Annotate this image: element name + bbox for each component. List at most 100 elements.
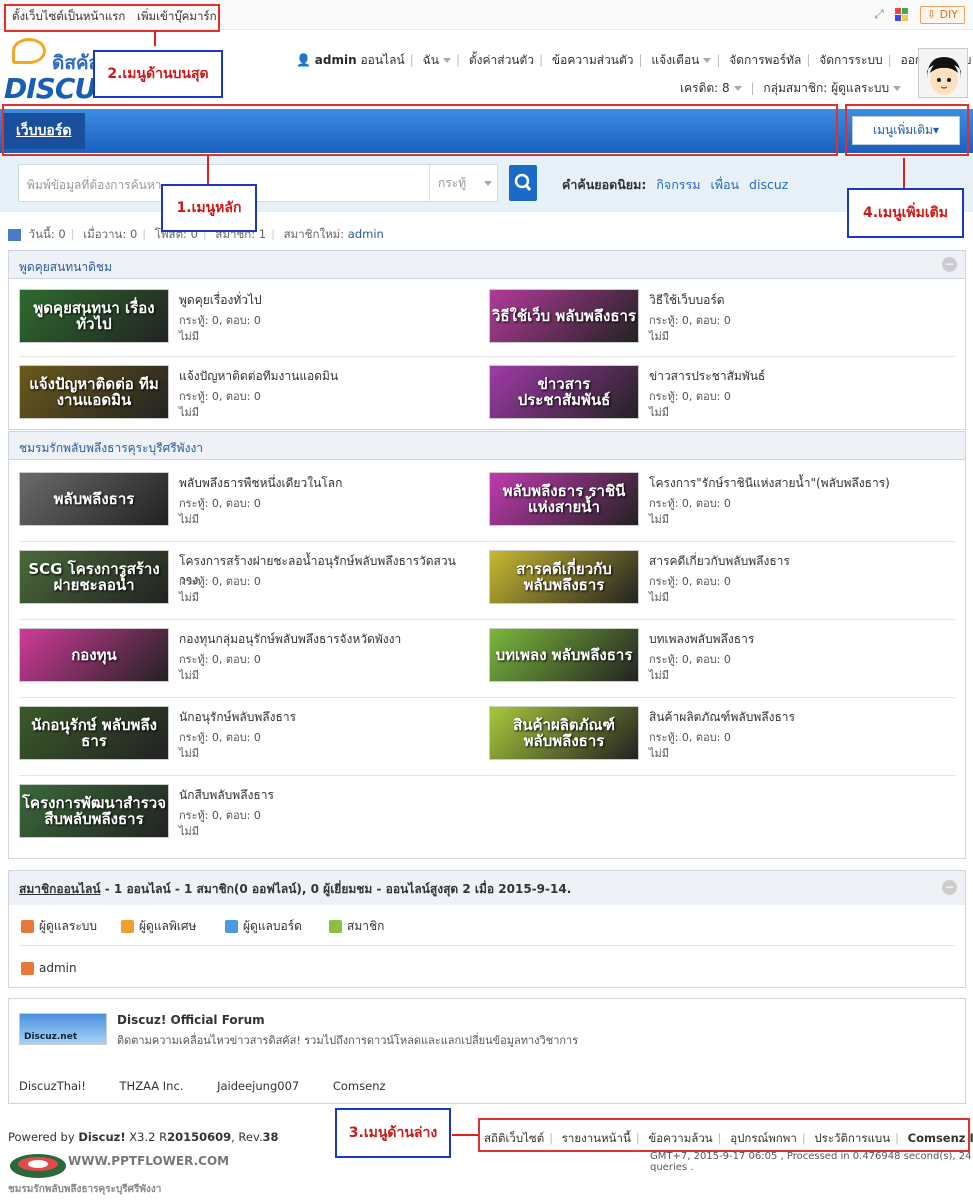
forum-item[interactable]: กองทุน กองทุนกลุ่มอนุรักษ์พลับพลึงธารจังห… (9, 622, 479, 698)
online-user[interactable]: admin (21, 961, 77, 975)
forum-item[interactable]: SCG โครงการสร้างฝายชะลอน้ำ โครงการสร้างฝา… (9, 544, 479, 620)
forum-title[interactable]: แจ้งปัญหาติดต่อทีมงานแอดมิน (179, 367, 469, 386)
forum-item[interactable]: นักอนุรักษ์ พลับพลึงธาร นักอนุรักษ์พลับพล… (9, 700, 479, 776)
stat-newmember-label: สมาชิกใหม่: (283, 227, 345, 241)
category-title[interactable]: ชมรมรักพลับพลึงธารคุระบุรีศรีพังงา (19, 441, 203, 455)
forum-item[interactable]: วิธีใช้เว็บ พลับพลึงธาร วิธีใช้เว็บบอร์ดก… (479, 283, 949, 359)
legend-item: ผู้ดูแลระบบ (21, 917, 97, 936)
mod-user-icon (225, 920, 238, 933)
settings-link[interactable]: ตั้งค่าส่วนตัว (469, 53, 534, 67)
forum-item[interactable]: สารคดีเกี่ยวกับ พลับพลึงธาร สารคดีเกี่ยวก… (479, 544, 949, 620)
newmember-link[interactable]: admin (348, 227, 384, 241)
supermod-user-icon (121, 920, 134, 933)
forum-icon-image[interactable]: แจ้งปัญหาติดต่อ ทีมงานแอดมิน (19, 365, 169, 419)
group-menu[interactable]: กลุ่มสมาชิก: ผู้ดูแลระบบ (763, 81, 902, 95)
speech-bubble-icon (12, 38, 46, 64)
collapse-icon[interactable]: − (942, 257, 957, 272)
forum-title[interactable]: นักอนุรักษ์พลับพลึงธาร (179, 708, 469, 727)
forum-title[interactable]: โครงการ"รักษ์ราชินีแห่งสายน้ำ"(พลับพลึงธ… (649, 474, 939, 493)
chevron-down-icon (733, 86, 742, 91)
link-title[interactable]: Discuz! Official Forum (117, 1013, 265, 1027)
user-icon: 👤 (296, 53, 311, 67)
forum-title[interactable]: พลับพลึงธารพืชหนึ่งเดียวในโลก (179, 474, 469, 493)
forum-icon-image[interactable]: SCG โครงการสร้างฝายชะลอน้ำ (19, 550, 169, 604)
forum-title[interactable]: วิธีใช้เว็บบอร์ด (649, 291, 939, 310)
stats-chart-icon (8, 228, 21, 241)
forum-icon-image[interactable]: ข่าวสาร ประชาสัมพันธ์ (489, 365, 639, 419)
portal-admin-link[interactable]: จัดการพอร์ทัล (729, 53, 801, 67)
forum-icon-image[interactable]: สินค้าผลิตภัณฑ์ พลับพลึงธาร (489, 706, 639, 760)
forum-lastpost: ไม่มี (179, 747, 200, 760)
search-type-select[interactable]: กระทู้ (429, 165, 499, 201)
system-admin-link[interactable]: จัดการระบบ (819, 53, 882, 67)
online-status[interactable]: ออนไลน์ (360, 53, 404, 67)
partner-link[interactable]: Jaideejung007 (217, 1079, 299, 1093)
forum-icon-image[interactable]: วิธีใช้เว็บ พลับพลึงธาร (489, 289, 639, 343)
search-icon (514, 173, 532, 191)
forum-icon-image[interactable]: พลับพลึงธาร ราชินีแห่งสายน้ำ (489, 472, 639, 526)
diy-label: DIY (939, 8, 958, 21)
search-input[interactable]: พิมพ์ข้อมูลที่ต้องการค้นหา กระทู้ (18, 164, 498, 202)
hot-keyword[interactable]: discuz (749, 177, 788, 192)
forum-title[interactable]: กองทุนกลุ่มอนุรักษ์พลับพลึงธารจังหวัดพัง… (179, 630, 469, 649)
partner-link[interactable]: DiscuzThai! (19, 1079, 86, 1093)
forum-item[interactable]: สินค้าผลิตภัณฑ์ พลับพลึงธาร สินค้าผลิตภัณ… (479, 700, 949, 776)
chevron-down-icon (484, 181, 493, 186)
forum-title[interactable]: พูดคุยเรื่องทั่วไป (179, 291, 469, 310)
forum-item[interactable]: พูดคุยสนทนา เรื่องทั่วไป พูดคุยเรื่องทั่ว… (9, 283, 479, 359)
hot-keyword[interactable]: กิจกรรม (656, 177, 700, 192)
forum-lastpost: ไม่มี (649, 669, 670, 682)
forum-item[interactable]: บทเพลง พลับพลึงธาร บทเพลงพลับพลึงธาร กระทู… (479, 622, 949, 698)
admin-user-icon (21, 961, 34, 975)
forum-icon-image[interactable]: สารคดีเกี่ยวกับ พลับพลึงธาร (489, 550, 639, 604)
forum-item[interactable]: แจ้งปัญหาติดต่อ ทีมงานแอดมิน แจ้งปัญหาติด… (9, 359, 479, 435)
forum-lastpost: ไม่มี (649, 591, 670, 604)
credit-menu[interactable]: เครดิต: 8 (680, 81, 742, 95)
forum-icon-image[interactable]: โครงการพัฒนาสำรวจ สืบพลับพลึงธาร (19, 784, 169, 838)
forum-icon-image[interactable]: พลับพลึงธาร (19, 472, 169, 526)
avatar[interactable] (918, 48, 968, 98)
forum-title[interactable]: นักสืบพลับพลึงธาร (179, 786, 469, 805)
forum-item[interactable]: พลับพลึงธาร พลับพลึงธารพืชหนึ่งเดียวในโลก… (9, 466, 479, 542)
user-menu: 👤 admin ออนไลน์ | ฉัน | ตั้งค่าส่วนตัว | ข้… (296, 51, 971, 70)
me-menu[interactable]: ฉัน (423, 53, 451, 67)
link-description: ติดตามความเคลื่อนไหวข่าวสารดิสคัส! รวมไป… (117, 1034, 579, 1047)
link-image-text: Discuz.net (24, 1032, 78, 1042)
fullscreen-icon[interactable]: ⤢ (872, 7, 886, 21)
legend-item: ผู้ดูแลบอร์ด (225, 917, 302, 936)
partner-link[interactable]: THZAA Inc. (120, 1079, 184, 1093)
forum-icon-image[interactable]: กองทุน (19, 628, 169, 682)
flower-logo-icon (10, 1154, 66, 1178)
forum-title[interactable]: ข่าวสารประชาสัมพันธ์ (649, 367, 939, 386)
forum-title[interactable]: สินค้าผลิตภัณฑ์พลับพลึงธาร (649, 708, 939, 727)
username-link[interactable]: admin (315, 53, 357, 67)
forum-icon-image[interactable]: บทเพลง พลับพลึงธาร (489, 628, 639, 682)
forum-title[interactable]: สารคดีเกี่ยวกับพลับพลึงธาร (649, 552, 939, 571)
messages-link[interactable]: ข้อความส่วนตัว (552, 53, 634, 67)
forum-icon-image[interactable]: นักอนุรักษ์ พลับพลึงธาร (19, 706, 169, 760)
forum-item[interactable]: โครงการพัฒนาสำรวจ สืบพลับพลึงธาร นักสืบพล… (9, 778, 479, 854)
legend-item: สมาชิก (329, 917, 384, 936)
hot-keyword[interactable]: เพื่อน (710, 177, 739, 192)
category-title[interactable]: พูดคุยสนทนาดิชม (19, 260, 112, 274)
notify-menu[interactable]: แจ้งเตือน (651, 53, 712, 67)
annotation-label-top: 2.เมนูด้านบนสุด (93, 50, 223, 98)
forum-lastpost: ไม่มี (179, 591, 200, 604)
search-button[interactable] (509, 165, 537, 201)
watermark-text: ชมรมรักพลับพลึงธารคุระบุรีศรีพังงา (8, 1184, 162, 1195)
online-header: สมาชิกออนไลน์ - 1 ออนไลน์ - 1 สมาชิก(0 อ… (9, 871, 965, 905)
style-icon[interactable] (894, 7, 908, 21)
discuz-link-image[interactable]: Discuz.net (19, 1013, 107, 1045)
annotation-arrow (452, 1134, 478, 1136)
forum-item[interactable]: พลับพลึงธาร ราชินีแห่งสายน้ำ โครงการ"รักษ… (479, 466, 949, 542)
forum-icon-image[interactable]: พูดคุยสนทนา เรื่องทั่วไป (19, 289, 169, 343)
discuz-link[interactable]: Discuz! (78, 1130, 125, 1144)
online-title-link[interactable]: สมาชิกออนไลน์ (19, 882, 101, 896)
watermark-logo: WWW.PPTFLOWER.COM ชมรมรักพลับพลึงธารคุระ… (8, 1150, 229, 1196)
forum-lastpost: ไม่มี (649, 330, 670, 343)
forum-title[interactable]: บทเพลงพลับพลึงธาร (649, 630, 939, 649)
forum-item[interactable]: ข่าวสาร ประชาสัมพันธ์ ข่าวสารประชาสัมพันธ… (479, 359, 949, 435)
collapse-icon[interactable]: − (942, 880, 957, 895)
partner-link[interactable]: Comsenz (333, 1079, 386, 1093)
diy-button[interactable]: ⇩ DIY (919, 6, 965, 24)
